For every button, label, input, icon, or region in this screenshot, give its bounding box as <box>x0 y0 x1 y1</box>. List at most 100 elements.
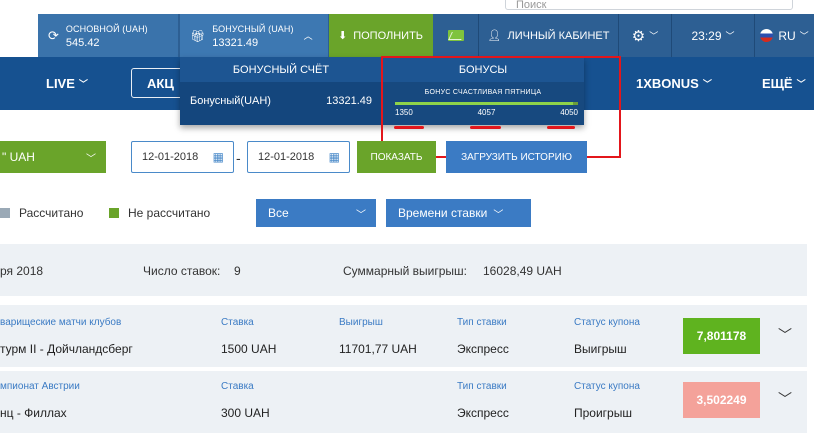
legend-not-calculated-label: Не рассчитано <box>128 206 211 220</box>
gear-icon: ⚙ <box>631 27 646 45</box>
coupon-status-label: Статус купона <box>574 381 640 392</box>
sort-time-value: Времени ставки <box>398 206 488 220</box>
summary-total-label: Суммарный выигрыш: <box>343 264 468 278</box>
stake-value: 300 UAH <box>221 406 270 420</box>
search-input[interactable]: Поиск <box>505 0 793 11</box>
calendar-icon[interactable]: ▦ <box>213 150 224 164</box>
mail-icon <box>448 30 464 41</box>
nav-more-label: ЕЩЁ <box>762 76 793 91</box>
summary-date: ря 2018 <box>0 264 44 278</box>
currency-value: " UAH <box>2 150 35 164</box>
bonus-account-label: Бонусный (UAH) <box>212 23 294 34</box>
bet-row[interactable]: варищеские матчи клубов турм II - Дойчла… <box>0 305 807 367</box>
cabinet-label: Личный кабинет <box>507 29 610 42</box>
bet-type-label: Тип ставки <box>457 317 507 328</box>
nav-1xbonus[interactable]: 1XBONUS ﹀ <box>636 57 712 110</box>
language-value: RU <box>778 28 796 43</box>
chevron-up-icon: ︿ <box>303 31 313 41</box>
legend-calculated-swatch <box>0 208 10 218</box>
highlight-annotation-dash <box>394 126 424 129</box>
refresh-icon[interactable]: ⟳ <box>48 28 59 44</box>
bet-league: мпионат Австрии <box>0 381 80 392</box>
stake-value: 1500 UAH <box>221 342 277 356</box>
date-range-dash: - <box>236 150 241 166</box>
bonus-account-button[interactable]: 🎁︎ Бонусный (UAH) 13321.49 ︿ <box>180 14 328 57</box>
time-selector[interactable]: 23:29 ﹀ <box>672 14 754 57</box>
chevron-down-icon: ﹀ <box>493 209 504 221</box>
nav-1xbonus-label: 1XBONUS <box>636 76 699 91</box>
load-history-button[interactable]: Загрузить историю <box>446 141 587 173</box>
chevron-down-icon: ﹀ <box>78 79 88 89</box>
legend-calculated-label: Рассчитано <box>19 206 84 220</box>
russia-flag-icon <box>760 29 774 42</box>
stake-label: Ставка <box>221 317 254 328</box>
gift-icon: 🎁︎ <box>190 28 206 43</box>
coupon-status-value: Проигрыш <box>574 406 632 420</box>
sort-time-select[interactable]: Времени ставки ﹀ <box>386 199 531 227</box>
win-value: 11701,77 UAH <box>339 342 417 356</box>
main-account-label: Основной (UAH) <box>65 23 148 34</box>
download-icon: ⬇ <box>338 30 348 42</box>
time-value: 23:29 <box>691 28 722 43</box>
chevron-down-icon: ﹀ <box>799 31 809 41</box>
bonus-account-panel: Бонусный счёт Бонусный(UAH) 13321.49 <box>180 57 382 125</box>
nav-more[interactable]: ЕЩЁ ﹀ <box>762 57 806 110</box>
highlight-annotation-dash <box>547 126 575 129</box>
stake-label: Ставка <box>221 381 254 392</box>
bet-match: турм II - Дойчландсберг <box>0 342 133 356</box>
bet-row[interactable]: мпионат Австрии нц - Филлах Ставка 300 U… <box>0 371 807 433</box>
chevron-down-icon[interactable]: ﹀ <box>778 325 792 345</box>
chevron-down-icon: ﹀ <box>649 31 659 41</box>
nav-live[interactable]: LIVE ﹀ <box>46 57 88 110</box>
legend-not-calculated: Не рассчитано <box>109 206 210 220</box>
messages-button[interactable] <box>434 14 478 57</box>
language-selector[interactable]: RU ﹀ <box>755 14 814 57</box>
coefficient-badge: 7,801178 <box>683 318 760 354</box>
bonus-account-title: Бонусный счёт <box>180 57 382 82</box>
summary-total-value: 16028,49 UAH <box>483 264 562 278</box>
history-summary: ря 2018 Число ставок: 9 Суммарный выигры… <box>0 244 807 296</box>
deposit-label: Пополнить <box>353 29 424 42</box>
bonus-row-label: Бонусный(UAH) <box>190 95 271 107</box>
top-bar-left-space <box>0 14 38 57</box>
date-to-value: 12-01-2018 <box>258 151 315 163</box>
calendar-icon[interactable]: ▦ <box>329 150 340 164</box>
main-account-amount: 545.42 <box>65 36 100 49</box>
legend-not-calculated-swatch <box>109 208 119 218</box>
bonus-account-row[interactable]: Бонусный(UAH) 13321.49 <box>190 95 372 107</box>
coefficient-badge: 3,502249 <box>683 382 760 418</box>
show-button[interactable]: Показать <box>357 141 436 173</box>
bet-type-label: Тип ставки <box>457 381 507 392</box>
win-label: Выигрыш <box>339 317 383 328</box>
bet-league: варищеские матчи клубов <box>0 317 122 328</box>
legend-calculated: Рассчитано <box>0 206 83 220</box>
bet-match: нц - Филлах <box>0 406 67 420</box>
bonus-account-amount: 13321.49 <box>212 36 259 49</box>
nav-promotions-label: АКЦ <box>147 75 174 91</box>
nav-live-label: LIVE <box>46 76 75 91</box>
coupon-status-label: Статус купона <box>574 317 640 328</box>
coupon-status-value: Выигрыш <box>574 342 627 356</box>
bet-type-value: Экспресс <box>457 406 509 420</box>
chevron-down-icon: ﹀ <box>86 153 96 165</box>
bet-type-value: Экспресс <box>457 342 509 356</box>
chevron-down-icon[interactable]: ﹀ <box>778 389 792 409</box>
user-icon: 👤︎ <box>487 30 502 42</box>
chevron-down-icon: ﹀ <box>702 79 712 89</box>
filter-all-select[interactable]: Все ﹀ <box>256 199 376 227</box>
date-to-input[interactable]: 12-01-2018 ▦ <box>247 141 350 173</box>
chevron-down-icon: ﹀ <box>356 209 366 221</box>
settings-button[interactable]: ⚙ ﹀ <box>619 14 671 57</box>
top-bar: Поиск ⟳ Основной (UAH) 545.42 🎁︎ Бонусны… <box>0 0 814 57</box>
highlight-annotation-dash <box>470 126 501 129</box>
date-from-input[interactable]: 12-01-2018 ▦ <box>131 141 234 173</box>
deposit-button[interactable]: ⬇ Пополнить <box>329 14 433 57</box>
personal-cabinet-button[interactable]: 👤︎ Личный кабинет <box>479 14 618 57</box>
date-from-value: 12-01-2018 <box>142 151 199 163</box>
chevron-down-icon: ﹀ <box>796 79 806 89</box>
summary-bets-value: 9 <box>234 264 241 278</box>
chevron-down-icon: ﹀ <box>725 31 735 41</box>
bonus-row-value: 13321.49 <box>326 95 372 107</box>
currency-select[interactable]: " UAH ﹀ <box>0 141 106 173</box>
main-account-button[interactable]: ⟳ Основной (UAH) 545.42 <box>38 14 178 57</box>
